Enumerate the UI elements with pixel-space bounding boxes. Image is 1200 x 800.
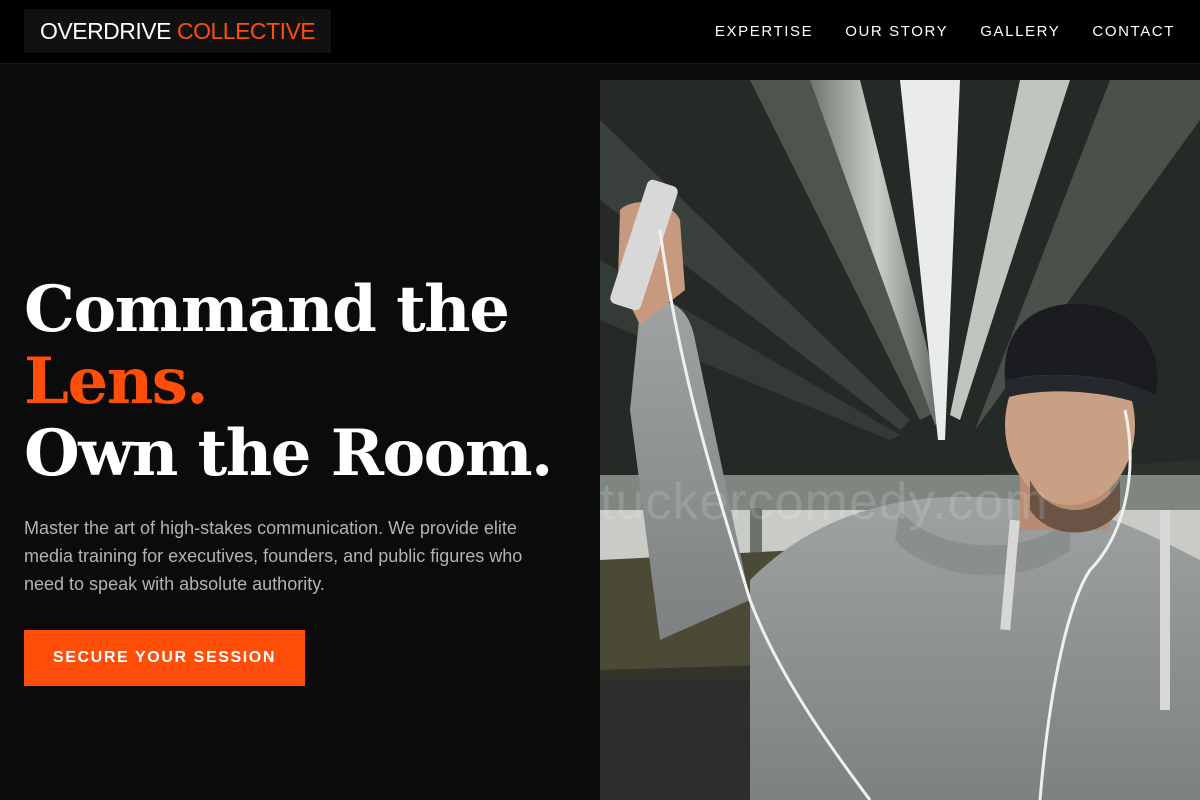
hero-image: tuckercomedy.com bbox=[600, 80, 1200, 800]
nav-link-our-story[interactable]: OUR STORY bbox=[845, 23, 948, 40]
headline-accent: Lens. bbox=[24, 344, 209, 419]
headline-line-3: Own the Room. bbox=[24, 416, 553, 491]
nav-link-contact[interactable]: CONTACT bbox=[1092, 23, 1175, 40]
nav-link-gallery[interactable]: GALLERY bbox=[980, 23, 1060, 40]
brand-name-primary: OVERDRIVE bbox=[40, 17, 171, 44]
image-watermark: tuckercomedy.com bbox=[600, 473, 1049, 531]
hero-headline: Command the Lens. Own the Room. bbox=[24, 274, 604, 490]
headline-line-1: Command the bbox=[24, 272, 510, 347]
secure-session-button[interactable]: SECURE YOUR SESSION bbox=[24, 630, 305, 686]
hero-description: Master the art of high-stakes communicat… bbox=[24, 518, 523, 594]
brand-logo[interactable]: OVERDRIVE COLLECTIVE bbox=[24, 9, 332, 53]
page: OVERDRIVE COLLECTIVE EXPERTISE OUR STORY… bbox=[0, 0, 1200, 800]
site-header: OVERDRIVE COLLECTIVE EXPERTISE OUR STORY… bbox=[0, 0, 1200, 64]
nav-link-expertise[interactable]: EXPERTISE bbox=[715, 23, 813, 40]
main-nav: EXPERTISE OUR STORY GALLERY CONTACT bbox=[715, 0, 1175, 62]
selfie-photo-illustration bbox=[600, 80, 1200, 800]
brand-name-accent: COLLECTIVE bbox=[176, 17, 316, 44]
